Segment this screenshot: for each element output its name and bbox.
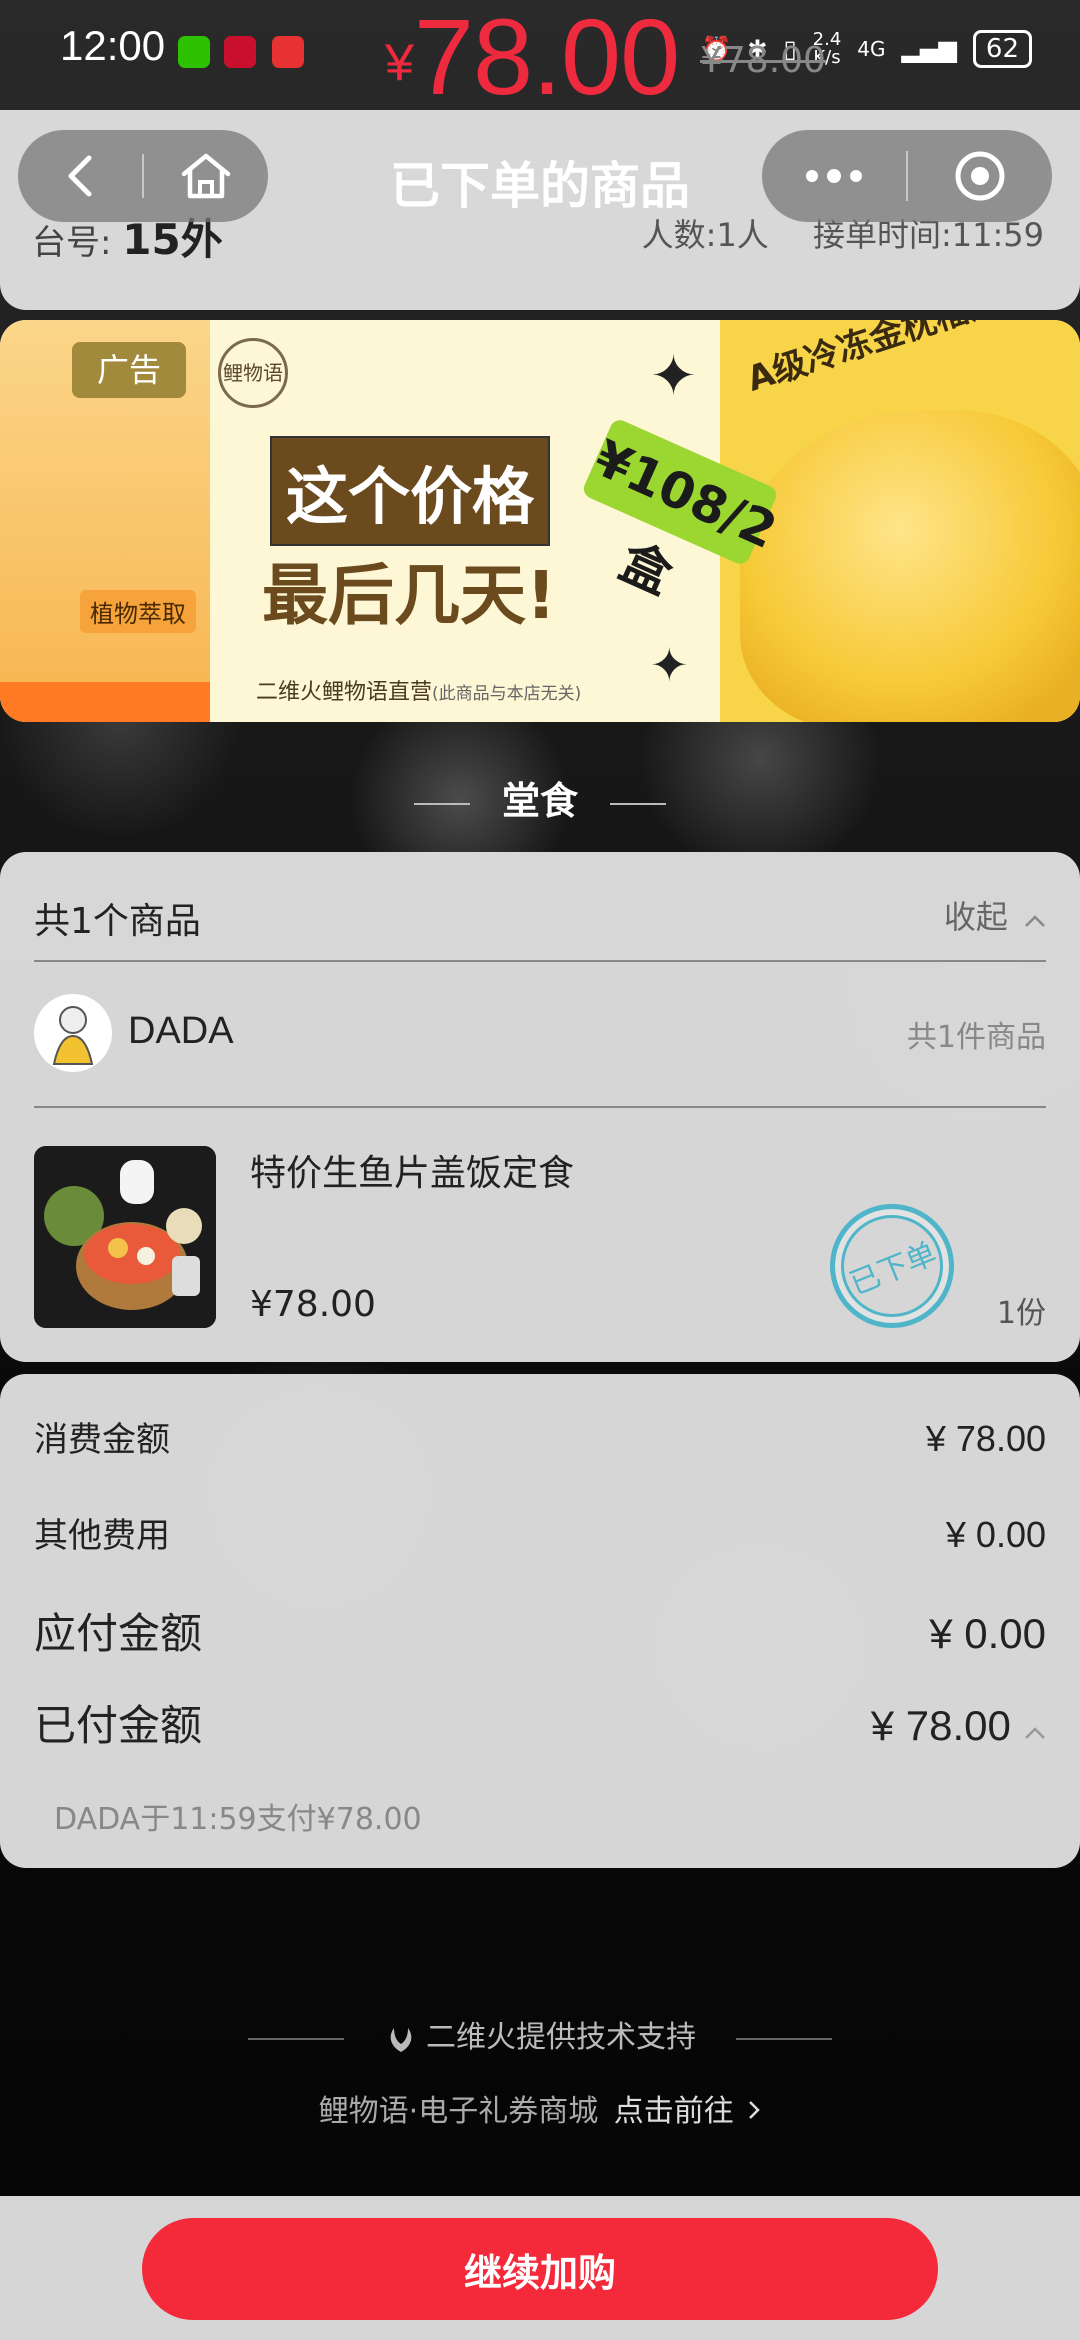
consume-amount-label: 消费金额 <box>34 1420 170 1460</box>
floating-price-amount: 78.00 <box>413 0 680 117</box>
status-time: 12:00 <box>60 22 166 69</box>
products-card: 共1个商品 收起 DADA 共1件商品 特价生鱼片盖饭定食 ¥78.00 已下单… <box>0 852 1080 1362</box>
floating-price: ¥78.00 <box>385 0 680 119</box>
sparkle-icon: ✦ <box>650 638 689 692</box>
ad-headline: 这个价格 <box>270 436 551 546</box>
avatar-illustration <box>52 1006 94 1065</box>
network-type: 4G <box>857 37 886 61</box>
chevron-up-icon <box>1025 915 1045 927</box>
ad-footer-note: (此商品与本店无关) <box>432 684 582 704</box>
chevron-up-icon <box>1025 1727 1045 1739</box>
other-fee-label: 其他费用 <box>34 1516 170 1556</box>
sparkle-icon: ✦ <box>650 344 697 409</box>
tech-support: 二维火提供技术支持 <box>0 2012 1080 2056</box>
signal-icon: ▂▄▆ <box>901 35 957 63</box>
ad-footer: 二维火鲤物语直营(此商品与本店无关) <box>256 674 581 706</box>
chevron-right-icon <box>749 2101 761 2119</box>
people-count: 人数:1人 <box>641 216 769 254</box>
wechat-icon <box>178 36 210 68</box>
shop-avatar <box>34 994 112 1072</box>
product-name: 特价生鱼片盖饭定食 <box>250 1153 575 1194</box>
product-count: 共1个商品 <box>34 901 201 942</box>
target-circle-icon <box>955 151 1005 201</box>
divider-line <box>413 802 470 805</box>
ad-footer-text: 二维火鲤物语直营 <box>256 680 433 705</box>
paid-row[interactable]: 已付金额 ¥ 78.00 <box>34 1692 1046 1753</box>
more-dots-icon <box>806 169 862 183</box>
mall-link[interactable]: 鲤物语·电子礼券商城 点击前往 <box>0 2086 1080 2130</box>
other-fee-row: 其他费用 ¥ 0.00 <box>34 1508 1046 1557</box>
section-label: 堂食 <box>501 779 578 823</box>
divider-line <box>735 2037 832 2040</box>
other-fee-value: ¥ 0.00 <box>945 1514 1046 1555</box>
nav-right-capsule <box>762 130 1052 222</box>
collapse-label: 收起 <box>943 898 1008 936</box>
erweihuo-logo-icon <box>390 2027 412 2052</box>
ad-brand-logo: 鲤物语 <box>218 338 288 408</box>
news-app-icon <box>272 36 304 68</box>
bottom-action-bar: 继续加购 <box>0 2196 1080 2340</box>
ad-subheadline: 最后几天! <box>262 557 557 634</box>
payable-row: 应付金额 ¥ 0.00 <box>34 1600 1046 1661</box>
collapse-toggle[interactable]: 收起 <box>944 892 1046 938</box>
paid-value: ¥ 78.00 <box>870 1702 1011 1749</box>
ordered-stamp: 已下单 <box>811 1185 973 1347</box>
close-miniapp-button[interactable] <box>908 130 1052 222</box>
table-number-value: 15外 <box>122 215 223 264</box>
payable-value: ¥ 0.00 <box>929 1610 1046 1657</box>
weibo-icon <box>224 36 256 68</box>
consume-amount-row: 消费金额 ¥ 78.00 <box>34 1412 1046 1461</box>
mall-go-link[interactable]: 点击前往 <box>614 2094 734 2129</box>
paid-label: 已付金额 <box>34 1701 203 1750</box>
floating-price-original: ¥78.00 <box>700 40 826 81</box>
payment-note: DADA于11:59支付¥78.00 <box>54 1802 422 1837</box>
divider-line <box>248 2037 345 2040</box>
mall-name: 鲤物语·电子礼券商城 <box>318 2094 599 2129</box>
floating-price-currency: ¥ <box>385 34 414 92</box>
food-image <box>34 1146 216 1328</box>
ad-tag: 广告 <box>72 342 186 398</box>
more-button[interactable] <box>762 130 906 222</box>
consume-amount-value: ¥ 78.00 <box>925 1418 1046 1459</box>
battery-icon: 62 <box>972 30 1032 68</box>
divider <box>34 1106 1046 1108</box>
tech-support-text: 二维火提供技术支持 <box>426 2020 696 2055</box>
product-price: ¥78.00 <box>250 1284 376 1325</box>
product-quantity: 1份 <box>996 1296 1046 1331</box>
ad-durian-image <box>740 410 1080 722</box>
payable-label: 应付金额 <box>34 1609 203 1658</box>
divider <box>34 960 1046 962</box>
shop-name: DADA <box>128 1010 234 1052</box>
continue-ordering-button[interactable]: 继续加购 <box>142 2218 938 2320</box>
table-label: 台号: <box>32 223 112 263</box>
ad-orange-strip <box>0 682 210 722</box>
product-thumbnail <box>34 1146 216 1328</box>
ad-plant-tag: 植物萃取 <box>80 590 196 633</box>
divider-line <box>610 802 666 805</box>
shop-item-count: 共1件商品 <box>906 1020 1046 1055</box>
ad-banner[interactable]: 广告 植物萃取 鲤物语 这个价格 最后几天! A级冷冻金枕榴莲肉 ¥108/2盒… <box>0 320 1080 722</box>
ordered-stamp-text: 已下单 <box>845 1236 942 1303</box>
totals-card: 消费金额 ¥ 78.00 其他费用 ¥ 0.00 应付金额 ¥ 0.00 已付金… <box>0 1374 1080 1868</box>
paid-value-group: ¥ 78.00 <box>871 1702 1046 1750</box>
section-dine-in: 堂食 <box>0 770 1080 825</box>
